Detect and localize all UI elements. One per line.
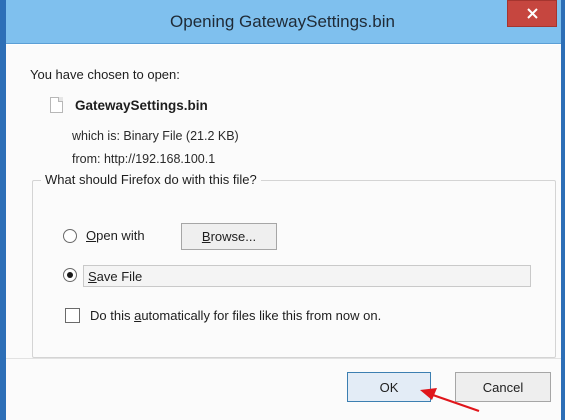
cancel-button[interactable]: Cancel: [455, 372, 551, 402]
file-icon: [50, 97, 63, 113]
browse-button[interactable]: Browse...: [181, 223, 277, 250]
save-file-field[interactable]: Save File: [83, 265, 531, 287]
button-bar-divider: [6, 358, 561, 359]
open-with-radio[interactable]: [63, 228, 77, 243]
action-group: What should Firefox do with this file? O…: [32, 172, 556, 358]
open-with-label[interactable]: Open with: [86, 228, 145, 243]
window-border-right: [561, 0, 565, 420]
open-with-option[interactable]: Open with: [63, 228, 145, 243]
dialog-title: Opening GatewaySettings.bin: [170, 12, 395, 31]
file-info: GatewaySettings.bin: [50, 97, 208, 113]
close-icon: [526, 8, 538, 19]
intro-text: You have chosen to open:: [30, 67, 180, 82]
file-source: from: http://192.168.100.1: [72, 152, 216, 166]
title-bar: Opening GatewaySettings.bin: [0, 0, 565, 44]
save-file-radio[interactable]: [63, 268, 77, 282]
auto-action-label[interactable]: Do this automatically for files like thi…: [90, 308, 381, 323]
action-group-legend: What should Firefox do with this file?: [41, 172, 261, 187]
auto-action-option[interactable]: Do this automatically for files like thi…: [65, 308, 381, 323]
ok-button[interactable]: OK: [347, 372, 431, 402]
auto-action-checkbox[interactable]: [65, 308, 80, 323]
close-button[interactable]: [507, 0, 557, 27]
firefox-download-dialog: Opening GatewaySettings.bin You have cho…: [0, 0, 565, 420]
file-type: which is: Binary File (21.2 KB): [72, 129, 239, 143]
dialog-body: You have chosen to open: GatewaySettings…: [6, 45, 561, 420]
save-file-label[interactable]: Save File: [88, 269, 142, 284]
file-name: GatewaySettings.bin: [75, 97, 208, 113]
